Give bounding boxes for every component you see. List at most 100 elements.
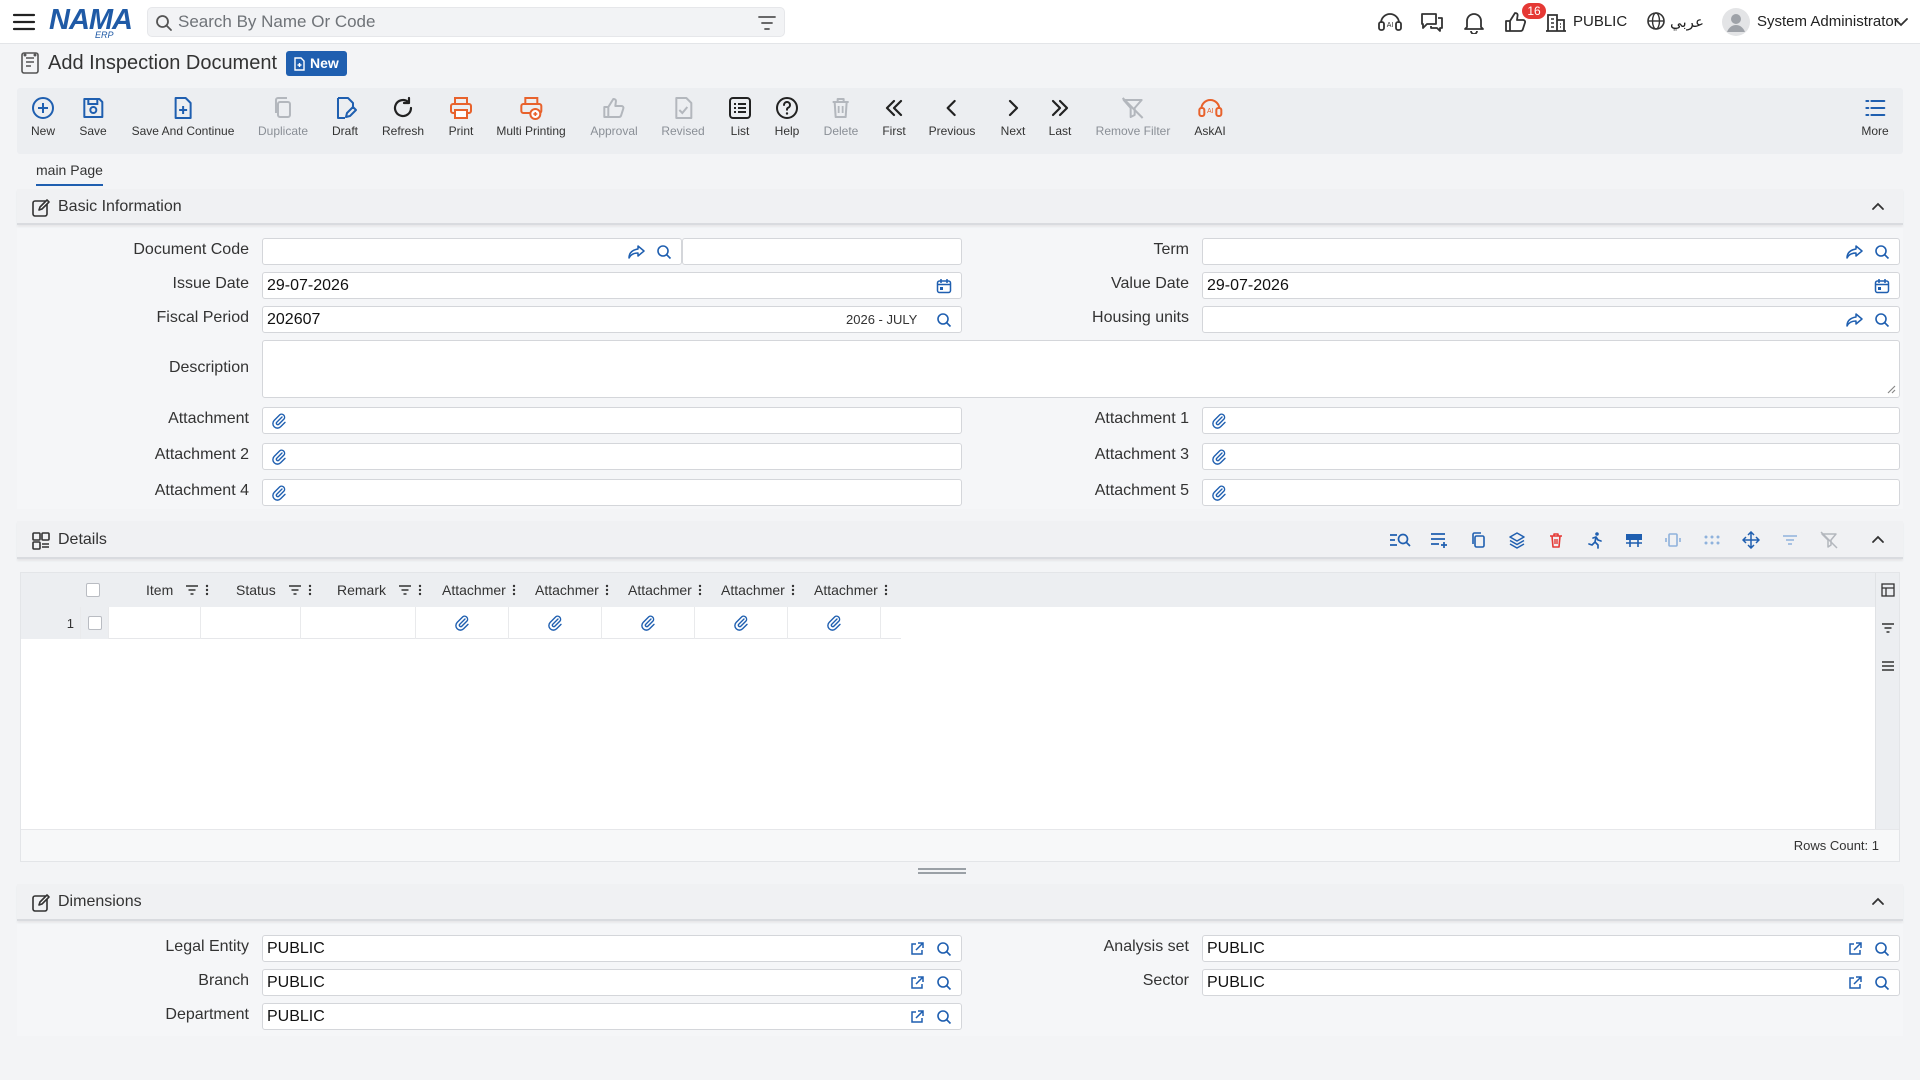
column-menu-icon[interactable] (512, 584, 516, 596)
multi-printing-button[interactable]: Multi Printing (496, 95, 566, 138)
columns-icon[interactable] (1881, 583, 1895, 597)
lookup-search-icon[interactable] (936, 975, 952, 991)
chevron-up-icon[interactable] (1871, 200, 1885, 212)
share-icon[interactable] (1846, 244, 1864, 260)
issue-date-field[interactable] (262, 272, 962, 299)
column-menu-icon[interactable] (698, 584, 702, 596)
attachment-field[interactable] (262, 407, 962, 434)
lookup-search-icon[interactable] (936, 1009, 952, 1025)
lookup-search-icon[interactable] (1874, 941, 1890, 957)
building-icon[interactable] (1545, 10, 1571, 34)
branch-input[interactable] (267, 973, 867, 993)
help-button[interactable]: Help (774, 95, 800, 138)
grid-filter-button[interactable] (1775, 527, 1805, 553)
fiscal-period-field[interactable]: 2026 - JULY (262, 306, 962, 333)
grid-delete-button[interactable] (1541, 527, 1571, 553)
value-date-field[interactable] (1202, 272, 1900, 299)
select-all-checkbox[interactable] (86, 573, 100, 607)
column-menu-icon[interactable] (791, 584, 795, 596)
legal-entity-input[interactable] (267, 939, 867, 959)
next-button[interactable]: Next (1000, 95, 1026, 138)
department-input[interactable] (267, 1007, 867, 1027)
cell-attachment[interactable] (695, 607, 788, 639)
grid-add-row-button[interactable] (1424, 527, 1454, 553)
column-header-attachment[interactable]: Attachmer (628, 573, 721, 607)
analysis-set-field[interactable] (1202, 935, 1900, 962)
cell-attachment[interactable] (788, 607, 881, 639)
lookup-search-icon[interactable] (1874, 244, 1890, 260)
column-header-remark[interactable]: Remark (337, 573, 447, 607)
column-menu-icon[interactable] (418, 584, 422, 596)
section-header[interactable]: Dimensions (17, 884, 1903, 921)
resize-grip-icon[interactable] (1886, 384, 1896, 394)
cell-attachment[interactable] (602, 607, 695, 639)
tab-main-page[interactable]: main Page (36, 162, 103, 186)
value-date-input[interactable] (1207, 276, 1847, 296)
open-external-icon[interactable] (909, 975, 925, 991)
row-checkbox[interactable] (81, 607, 109, 639)
first-button[interactable]: First (881, 95, 907, 138)
legal-entity-field[interactable] (262, 935, 962, 962)
menu-icon[interactable] (12, 11, 36, 33)
attachment-1-field[interactable] (1202, 407, 1900, 434)
chevron-up-icon[interactable] (1871, 895, 1885, 907)
grid-search-button[interactable] (1385, 527, 1415, 553)
column-header-status[interactable]: Status (236, 573, 336, 607)
document-code-name-input[interactable] (687, 242, 957, 262)
sector-field[interactable] (1202, 969, 1900, 996)
open-external-icon[interactable] (909, 1009, 925, 1025)
grid-remove-filter-button[interactable] (1814, 527, 1844, 553)
cell-status[interactable] (201, 607, 301, 639)
column-header-item[interactable]: Item (146, 573, 236, 607)
sector-input[interactable] (1207, 973, 1807, 993)
grid-dots-button[interactable] (1697, 527, 1727, 553)
user-name[interactable]: System Administrator (1757, 13, 1899, 30)
attachment-4-field[interactable] (262, 479, 962, 506)
grid-table-button[interactable] (1619, 527, 1649, 553)
language-switch[interactable]: عربي (1670, 13, 1704, 31)
menu-lines-icon[interactable] (1881, 659, 1895, 673)
description-textarea[interactable] (262, 340, 1900, 398)
column-menu-icon[interactable] (884, 584, 888, 596)
globe-icon[interactable] (1646, 10, 1666, 34)
draft-button[interactable]: Draft (332, 95, 358, 138)
attachment-3-field[interactable] (1202, 443, 1900, 470)
grid-layers-button[interactable] (1502, 527, 1532, 553)
revised-button[interactable]: Revised (661, 95, 705, 138)
issue-date-input[interactable] (267, 276, 907, 296)
logo[interactable]: NAMA ERP (49, 4, 133, 40)
housing-units-input[interactable] (1207, 310, 1837, 330)
calendar-icon[interactable] (936, 278, 952, 294)
remove-filter-button[interactable]: Remove Filter (1096, 95, 1170, 138)
grid-run-button[interactable] (1580, 527, 1610, 553)
cell-item[interactable] (109, 607, 201, 639)
avatar[interactable] (1722, 8, 1750, 36)
filter-icon[interactable] (185, 584, 199, 596)
column-menu-icon[interactable] (308, 584, 312, 596)
document-code-input[interactable] (267, 242, 627, 262)
save-and-continue-button[interactable]: Save And Continue (132, 95, 234, 138)
grid-move-button[interactable] (1736, 527, 1766, 553)
calendar-icon[interactable] (1874, 278, 1890, 294)
approval-button[interactable]: Approval (590, 95, 638, 138)
bell-icon[interactable] (1461, 10, 1487, 34)
branch-field[interactable] (262, 969, 962, 996)
chevron-down-icon[interactable] (1893, 10, 1909, 34)
save-button[interactable]: Save (79, 95, 107, 138)
chat-icon[interactable] (1419, 10, 1445, 34)
more-button[interactable]: More (1861, 95, 1889, 138)
resize-handle[interactable] (918, 868, 966, 874)
lookup-search-icon[interactable] (1874, 312, 1890, 328)
document-code-name-field[interactable] (682, 238, 962, 265)
filter-icon[interactable] (398, 584, 412, 596)
cell-attachment[interactable] (416, 607, 509, 639)
section-header[interactable]: Details (17, 521, 1903, 559)
filter-icon[interactable] (1881, 621, 1895, 635)
column-menu-icon[interactable] (605, 584, 609, 596)
delete-button[interactable]: Delete (824, 95, 858, 138)
filter-icon[interactable] (758, 15, 776, 31)
column-header-attachment[interactable]: Attachmer (535, 573, 628, 607)
column-header-attachment[interactable]: Attachmer (721, 573, 814, 607)
share-icon[interactable] (628, 244, 646, 260)
term-input[interactable] (1207, 242, 1837, 262)
